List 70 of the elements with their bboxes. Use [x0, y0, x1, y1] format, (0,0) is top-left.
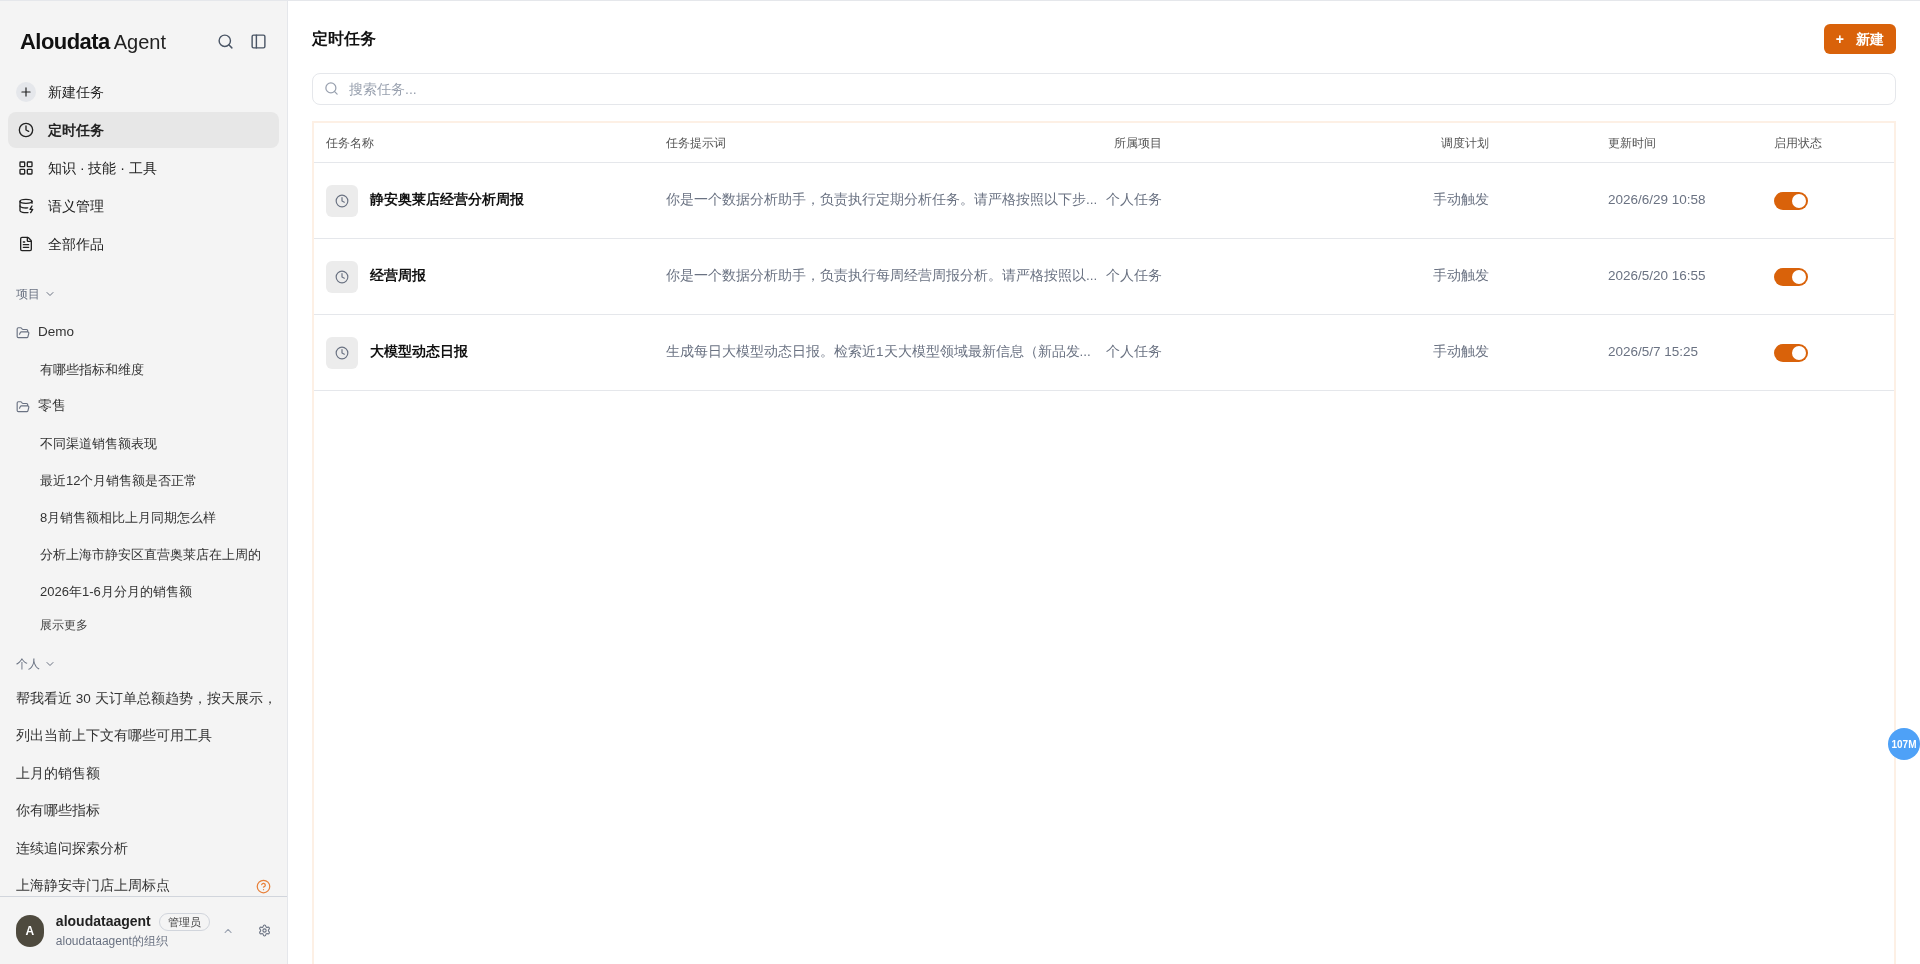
- clock-icon: [326, 336, 358, 369]
- brand-logo: Aloudata: [20, 28, 110, 56]
- table-cell-text: 手动触发: [1432, 191, 1490, 210]
- conversation-item[interactable]: 上海静安寺门店上周标点: [16, 876, 170, 896]
- task-name[interactable]: 大模型动态日报: [370, 342, 468, 363]
- document-icon: [18, 236, 34, 252]
- conversation-item[interactable]: 上月的销售额: [16, 763, 100, 784]
- settings-icon[interactable]: [257, 923, 271, 938]
- conversation-item[interactable]: 列出当前上下文有哪些可用工具: [16, 726, 212, 747]
- conversation-item[interactable]: 分析上海市静安区直营奥莱店在上周的: [40, 544, 261, 565]
- clock-icon: [326, 184, 358, 217]
- section-title: 个人: [16, 656, 40, 673]
- help-icon[interactable]: [256, 878, 271, 894]
- task-name[interactable]: 经营周报: [370, 266, 426, 287]
- nav-item[interactable]: 定时任务: [8, 112, 279, 148]
- table-cell-text: 2026/5/20 16:55: [1607, 267, 1707, 286]
- conversation-item[interactable]: 不同渠道销售额表现: [40, 433, 157, 454]
- search-icon: [324, 81, 339, 96]
- clock-icon: [18, 122, 34, 138]
- table-cell-text: 2026/5/7 15:25: [1607, 343, 1700, 362]
- grid-icon: [18, 160, 34, 176]
- table-cell-text: 手动触发: [1432, 267, 1490, 286]
- search-icon[interactable]: [217, 33, 234, 50]
- column-header: 更新时间: [1607, 134, 1657, 152]
- task-name[interactable]: 静安奥莱店经营分析周报: [370, 190, 524, 211]
- column-header: 任务名称: [325, 134, 375, 152]
- table-cell-text: 手动触发: [1432, 343, 1490, 362]
- column-header: 启用状态: [1773, 134, 1823, 152]
- sidebar-toggle-icon[interactable]: [250, 33, 267, 50]
- avatar[interactable]: A: [16, 914, 44, 947]
- user-name: aloudataagent: [55, 912, 151, 931]
- show-more-link[interactable]: 展示更多: [16, 610, 287, 640]
- plus-icon: [16, 82, 36, 102]
- toggle-switch[interactable]: [1774, 267, 1808, 286]
- search-field[interactable]: 搜索任务...: [312, 73, 1896, 105]
- memory-badge: 107M: [1888, 728, 1920, 760]
- conversation-item[interactable]: 连续追问探索分析: [16, 838, 128, 859]
- table-cell-text: 个人任务: [1105, 191, 1163, 210]
- table-cell-text: 你是一个数据分析助手，负责执行定期分析任务。请严格按照以下步...: [665, 191, 1099, 210]
- new-button[interactable]: + 新建: [1823, 24, 1896, 54]
- page-title: 定时任务: [312, 29, 376, 49]
- section-title: 项目: [16, 286, 40, 303]
- toggle-switch[interactable]: [1774, 343, 1808, 362]
- nav-item[interactable]: 新建任务: [8, 74, 279, 110]
- nav-item[interactable]: 语义管理: [8, 188, 279, 224]
- conversation-item[interactable]: 有哪些指标和维度: [40, 359, 144, 380]
- table-cell-text: 个人任务: [1105, 267, 1163, 286]
- conversation-item[interactable]: 8月销售额相比上月同期怎么样: [40, 507, 217, 528]
- table-cell-text: 2026/6/29 10:58: [1607, 191, 1707, 210]
- folder-icon: [16, 399, 30, 414]
- conversation-item[interactable]: 你有哪些指标: [16, 801, 100, 822]
- project-folder[interactable]: 零售: [16, 388, 287, 425]
- toggle-switch[interactable]: [1774, 191, 1808, 210]
- project-folder[interactable]: Demo: [16, 314, 287, 351]
- nav-item[interactable]: 全部作品: [8, 226, 279, 262]
- table-cell-text: 个人任务: [1105, 343, 1163, 362]
- product-name: Agent: [113, 30, 166, 55]
- conversation-item[interactable]: 2026年1-6月分月的销售额: [40, 581, 192, 602]
- column-header: 所属项目: [1113, 134, 1163, 152]
- clock-icon: [326, 260, 358, 293]
- table-cell-text: 生成每日大模型动态日报。检索近1天大模型领域最新信息（新品发...: [665, 343, 1092, 362]
- column-header: 调度计划: [1440, 134, 1490, 152]
- database-icon: [18, 198, 34, 214]
- organization-name: aloudataagent的组织: [55, 933, 169, 950]
- conversation-item[interactable]: 最近12个月销售额是否正常: [40, 470, 198, 491]
- table-cell-text: 你是一个数据分析助手，负责执行每周经营周报分析。请严格按照以...: [665, 267, 1099, 286]
- column-header: 任务提示词: [665, 134, 727, 152]
- conversation-item[interactable]: 帮我看近 30 天订单总额趋势，按天展示，: [16, 688, 277, 709]
- nav-item[interactable]: 知识 · 技能 · 工具: [8, 150, 279, 186]
- folder-icon: [16, 325, 30, 340]
